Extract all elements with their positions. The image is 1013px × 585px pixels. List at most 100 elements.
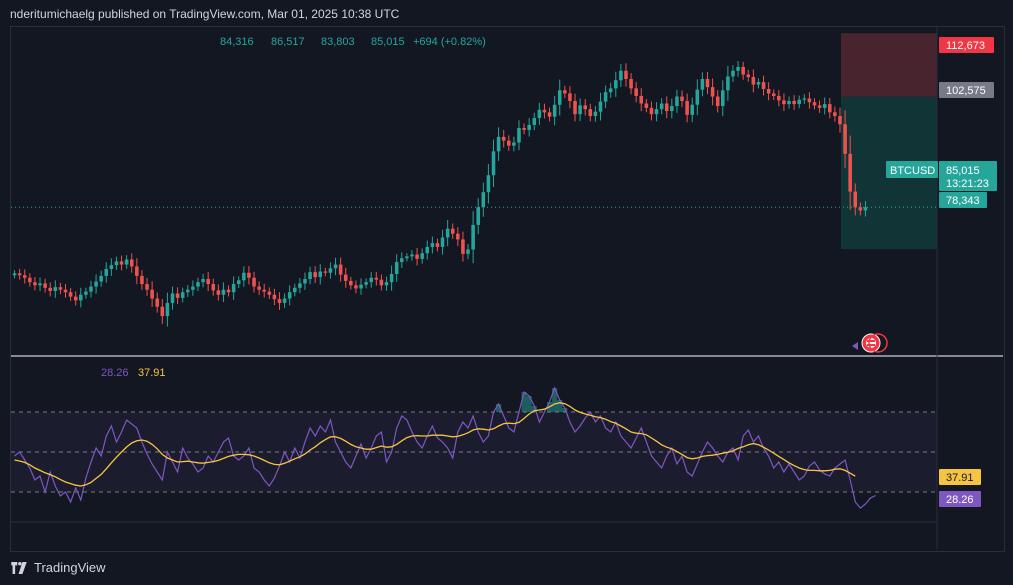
ohlc-close: 85,015	[371, 36, 405, 48]
candle-body	[343, 274, 348, 281]
candle-body	[858, 207, 863, 211]
chart-canvas[interactable]: 84,316 86,517 83,803 85,015 +694 (+0.82%…	[0, 0, 1013, 585]
candle-body	[63, 289, 68, 293]
candle-body	[588, 109, 593, 117]
candle-body	[369, 277, 373, 283]
candle-body	[659, 103, 664, 110]
candle-body	[99, 275, 103, 282]
candle-body	[512, 142, 516, 146]
rsi-ma-tag: 37.91	[939, 469, 981, 485]
candle-body	[430, 243, 435, 247]
candle-body	[160, 306, 165, 317]
candle-body	[547, 112, 552, 117]
candle-body	[43, 283, 47, 288]
rsi-ma-tag-label: 37.91	[946, 472, 974, 484]
candle-body	[863, 207, 868, 211]
stop-price-label: 78,343	[946, 195, 980, 207]
candle-body	[186, 289, 190, 293]
candle-body	[639, 95, 644, 104]
candle-body	[359, 284, 363, 289]
candle-body	[761, 82, 766, 90]
candle-body	[450, 228, 455, 234]
tradingview-branding[interactable]: TradingView	[10, 560, 106, 575]
candle-body	[507, 140, 511, 146]
candle-body	[715, 96, 720, 107]
last-price-tag: 85,015 13:21:23	[939, 161, 997, 191]
candle-body	[726, 76, 730, 91]
candle-body	[853, 191, 858, 208]
candle-body	[501, 136, 506, 141]
candle-body	[405, 256, 409, 259]
candle-body	[293, 287, 297, 293]
candle-body	[94, 281, 98, 287]
candle-body	[129, 259, 134, 267]
candle-body	[38, 283, 42, 286]
candle-body	[226, 289, 231, 293]
candle-body	[456, 233, 460, 240]
candle-body	[522, 128, 526, 130]
candle-body	[476, 207, 480, 225]
candle-body	[262, 289, 266, 292]
candle-body	[379, 279, 384, 286]
candle-body	[252, 277, 256, 287]
tradingview-brand-label: TradingView	[34, 560, 106, 575]
candle-body	[736, 67, 740, 71]
us-flag-event-icon[interactable]	[852, 333, 888, 353]
candle-body	[389, 273, 394, 283]
candle-body	[573, 100, 577, 115]
candle-body	[354, 285, 358, 289]
rsi-value: 28.26	[101, 367, 129, 379]
candle-body	[833, 112, 837, 117]
candle-body	[822, 104, 827, 108]
candle-body	[664, 103, 669, 112]
candle-body	[410, 254, 414, 257]
candle-body	[568, 93, 572, 101]
candle-body	[619, 70, 623, 81]
candle-body	[328, 268, 333, 273]
candle-body	[211, 284, 216, 291]
candle-body	[634, 88, 638, 96]
candle-body	[557, 90, 562, 105]
candle-body	[201, 279, 205, 283]
candle-body	[231, 284, 236, 293]
candle-body	[109, 265, 114, 269]
candle-body	[817, 105, 822, 108]
candle-body	[323, 271, 328, 273]
candle-body	[303, 279, 307, 284]
candle-body	[135, 266, 139, 276]
candle-body	[787, 100, 791, 105]
candle-body	[782, 100, 786, 105]
candle-body	[247, 272, 251, 278]
candle-body	[440, 237, 445, 247]
candle-body	[445, 228, 450, 238]
candle-body	[420, 253, 424, 259]
candle-body	[333, 264, 338, 269]
candle-body	[216, 290, 221, 295]
target-zone[interactable]	[841, 33, 937, 97]
candle-body	[180, 292, 185, 298]
candle-body	[68, 292, 73, 297]
rsi-tag: 28.26	[939, 491, 981, 507]
candle-body	[685, 100, 689, 115]
target-price-tag: 112,673	[939, 37, 994, 53]
candle-body	[267, 291, 272, 295]
candle-body	[415, 254, 419, 259]
candle-body	[298, 283, 302, 288]
candle-body	[394, 262, 399, 274]
candle-body	[700, 78, 705, 90]
candle-body	[242, 272, 246, 281]
candle-body	[89, 286, 93, 292]
entry-price-label: 102,575	[946, 85, 986, 97]
candle-body	[771, 93, 776, 96]
candle-body	[282, 298, 287, 303]
long-position-tool[interactable]	[841, 33, 937, 250]
candle-body	[150, 289, 154, 299]
candle-body	[542, 109, 547, 113]
candle-body	[807, 98, 812, 103]
candle-body	[741, 67, 745, 75]
candle-body	[828, 104, 832, 113]
candlestick-series	[12, 61, 868, 327]
candle-body	[792, 100, 796, 105]
candle-body	[496, 136, 501, 152]
candle-body	[583, 105, 587, 110]
